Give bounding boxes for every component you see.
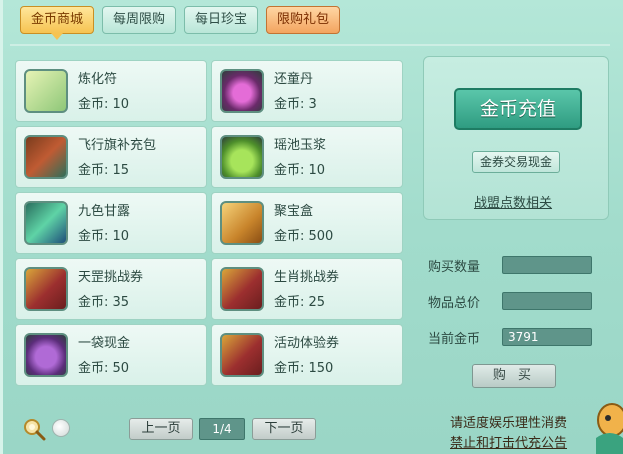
shop-item[interactable]: 还童丹 金币: 3	[211, 60, 403, 122]
current-gold-field: 3791	[502, 328, 592, 346]
anti-proxy-recharge-link[interactable]: 禁止和打击代充公告	[450, 432, 567, 451]
item-name: 瑶池玉浆	[274, 138, 327, 153]
item-price: 金币: 10	[274, 163, 326, 178]
toggle-circle[interactable]	[52, 419, 70, 437]
total-price-field	[502, 292, 592, 310]
item-price: 金币: 10	[78, 97, 130, 112]
tab-weekly-limited[interactable]: 每周限购	[102, 6, 177, 34]
item-name: 一袋现金	[78, 336, 131, 351]
item-price: 金币: 50	[78, 361, 130, 376]
tab-divider	[10, 44, 610, 46]
shop-item[interactable]: 聚宝盒 金币: 500	[211, 192, 403, 254]
shop-item[interactable]: 活动体验券 金币: 150	[211, 324, 403, 386]
flag-pack-icon	[24, 135, 68, 179]
item-name: 活动体验券	[274, 336, 340, 351]
item-price: 金币: 500	[274, 229, 334, 244]
scroll-icon	[220, 267, 264, 311]
jade-jar-icon	[220, 135, 264, 179]
search-icon[interactable]	[22, 417, 46, 441]
item-name: 聚宝盒	[274, 204, 314, 219]
tab-bar: 金币商城 每周限购 每日珍宝 限购礼包	[20, 6, 341, 40]
current-gold-label: 当前金币	[428, 332, 481, 347]
tab-daily-treasure[interactable]: 每日珍宝	[184, 6, 259, 34]
item-price: 金币: 35	[78, 295, 130, 310]
coupon-exchange-button[interactable]: 金券交易现金	[472, 151, 560, 173]
shop-item[interactable]: 飞行旗补充包 金币: 15	[15, 126, 207, 188]
shop-item[interactable]: 炼化符 金币: 10	[15, 60, 207, 122]
quantity-label: 购买数量	[428, 260, 481, 275]
item-price: 金币: 25	[274, 295, 326, 310]
next-page-button[interactable]: 下一页	[252, 418, 316, 440]
pill-icon	[220, 69, 264, 113]
item-name: 生肖挑战券	[274, 270, 340, 285]
scroll-icon	[24, 267, 68, 311]
item-name: 九色甘露	[78, 204, 131, 219]
shop-item[interactable]: 生肖挑战券 金币: 25	[211, 258, 403, 320]
alliance-points-link[interactable]: 战盟点数相关	[474, 192, 552, 211]
tab-gold-shop[interactable]: 金币商城	[20, 6, 95, 40]
gold-recharge-button[interactable]: 金币充值	[454, 88, 582, 130]
scroll-icon	[220, 333, 264, 377]
item-name: 还童丹	[274, 72, 314, 87]
shop-item[interactable]: 天罡挑战券 金币: 35	[15, 258, 207, 320]
shop-item[interactable]: 一袋现金 金币: 50	[15, 324, 207, 386]
shop-item[interactable]: 九色甘露 金币: 10	[15, 192, 207, 254]
item-price: 金币: 3	[274, 97, 317, 112]
item-price: 金币: 150	[274, 361, 334, 376]
item-price: 金币: 10	[78, 229, 130, 244]
quantity-input[interactable]	[502, 256, 592, 274]
total-price-label: 物品总价	[428, 296, 481, 311]
item-name: 天罡挑战券	[78, 270, 144, 285]
shop-item[interactable]: 瑶池玉浆 金币: 10	[211, 126, 403, 188]
money-bag-icon	[24, 333, 68, 377]
dew-bottle-icon	[24, 201, 68, 245]
item-name: 飞行旗补充包	[78, 138, 157, 153]
mascot-icon	[596, 403, 623, 454]
prev-page-button[interactable]: 上一页	[129, 418, 193, 440]
item-name: 炼化符	[78, 72, 118, 87]
page-indicator: 1/4	[199, 418, 245, 440]
tab-limited-pack[interactable]: 限购礼包	[266, 6, 341, 34]
treasure-box-icon	[220, 201, 264, 245]
item-price: 金币: 15	[78, 163, 130, 178]
buy-button[interactable]: 购 买	[472, 364, 556, 388]
moderate-play-notice: 请适度娱乐理性消费	[450, 416, 568, 431]
talisman-icon	[24, 69, 68, 113]
